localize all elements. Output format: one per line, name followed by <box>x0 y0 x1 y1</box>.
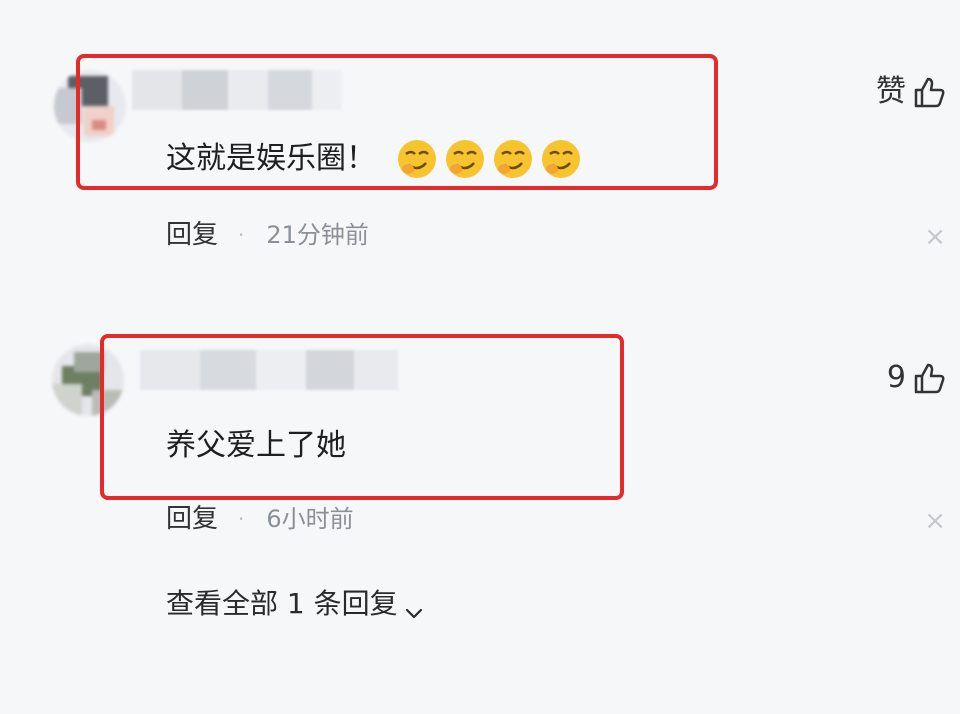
view-all-replies-label: 查看全部 1 条回复 <box>166 587 398 620</box>
timestamp: 6小时前 <box>266 505 354 533</box>
comment-item: 养父爱上了她 9 回复 · 6小时前 × 查看全部 1 条回复 <box>0 290 960 714</box>
close-icon[interactable]: × <box>924 508 946 534</box>
smirking-face-icon <box>540 138 582 180</box>
comment-text: 这就是娱乐圈！ <box>166 138 582 180</box>
like-button[interactable]: 赞 <box>876 72 948 112</box>
highlight-box <box>100 334 624 500</box>
chevron-down-icon <box>404 594 424 619</box>
like-button[interactable]: 9 <box>887 358 948 398</box>
comment-meta: 回复 · 6小时前 <box>166 502 354 536</box>
comment-meta: 回复 · 21分钟前 <box>166 218 369 252</box>
thumbs-up-icon <box>912 74 948 110</box>
smirking-face-icon <box>492 138 534 180</box>
meta-separator: · <box>238 223 245 247</box>
reply-button[interactable]: 回复 <box>166 218 218 252</box>
close-icon[interactable]: × <box>924 224 946 250</box>
like-label: 赞 <box>876 74 906 109</box>
smirking-face-icon <box>396 138 438 180</box>
comment-text-label: 养父爱上了她 <box>166 428 346 463</box>
meta-separator: · <box>238 507 245 531</box>
comment-text: 养父爱上了她 <box>166 426 346 466</box>
comment-text-label: 这就是娱乐圈！ <box>166 141 376 176</box>
comment-item: 这就是娱乐圈！ 赞 回复 · 21分钟前 × <box>0 0 960 290</box>
reply-button[interactable]: 回复 <box>166 502 218 536</box>
smirking-face-icon <box>444 138 486 180</box>
view-all-replies-button[interactable]: 查看全部 1 条回复 <box>166 584 424 624</box>
thumbs-up-icon <box>912 360 948 396</box>
timestamp: 21分钟前 <box>266 221 369 249</box>
like-count: 9 <box>886 360 906 395</box>
